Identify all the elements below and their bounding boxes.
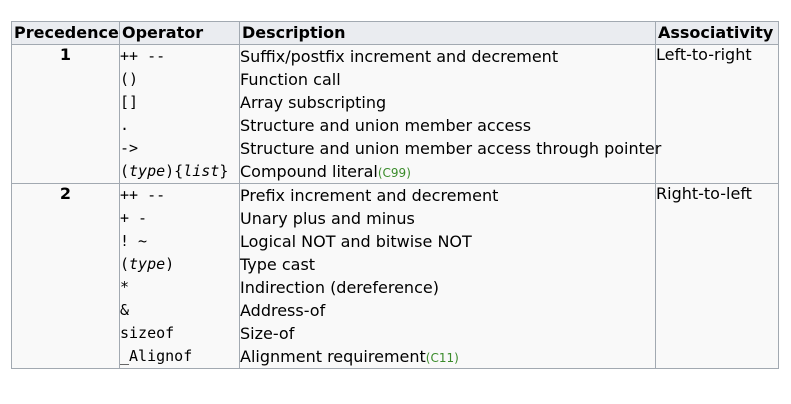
operator-description: Structure and union member access throug…: [240, 137, 661, 160]
operator-symbol: sizeof: [120, 322, 239, 345]
operator-symbol: *: [120, 276, 239, 299]
description-text: Type cast: [240, 255, 316, 274]
table-body: 1 ++ --()[]. -> (type){list} Suffix/postfi…: [11, 44, 779, 369]
operator-token: _Alignof: [120, 347, 193, 365]
operator-symbol: (): [120, 68, 239, 91]
associativity-value: Left-to-right: [655, 44, 779, 184]
precedence-level: 1: [11, 44, 120, 184]
operator-token: (): [120, 70, 139, 88]
operator-token: .: [120, 116, 130, 134]
operator-description: Prefix increment and decrement: [240, 184, 655, 207]
header-associativity: Associativity: [655, 21, 779, 45]
precedence-group-1: 1 ++ -- () []. -> (type){list} Suffix/postfi…: [11, 44, 779, 184]
description-text: Alignment requirement: [240, 347, 426, 366]
operator-description: Suffix/postfix increment and decrement: [240, 45, 655, 68]
operator-token: ->: [120, 139, 139, 157]
operator-description: Structure and union member access: [240, 114, 655, 137]
operator-placeholder: type: [129, 255, 166, 273]
description-text: Unary plus and minus: [240, 209, 415, 228]
operator-token: &: [120, 301, 130, 319]
description-text: Suffix/postfix increment and decrement: [240, 47, 559, 66]
description-text: Structure and union member access: [240, 116, 532, 135]
operator-description: Function call: [240, 68, 655, 91]
operator-symbol: ! ~: [120, 230, 239, 253]
header-row: Precedence Operator Description Associat…: [11, 21, 779, 45]
operator-symbol: []: [120, 91, 239, 114]
operator-list: ++ -- + - ! ~ (type) * & sizeof _Alignof: [119, 183, 240, 369]
standard-version-tag: (C11): [425, 351, 459, 365]
header-operator: Operator: [119, 21, 240, 45]
operator-token: + -: [120, 209, 148, 227]
operator-description: Compound literal(C99): [240, 160, 655, 183]
description-text: Prefix increment and decrement: [240, 186, 499, 205]
operator-description: Indirection (dereference): [240, 276, 655, 299]
operator-description: Logical NOT and bitwise NOT: [240, 230, 655, 253]
operator-description: Array subscripting: [240, 91, 655, 114]
operator-token: }: [219, 162, 229, 180]
precedence-group-2: 2 ++ -- + - ! ~ (type) * & sizeof _Alignof Pref…: [11, 183, 779, 369]
description-text: Size-of: [240, 324, 295, 343]
table-header: Precedence Operator Description Associat…: [11, 21, 779, 45]
description-text: Function call: [240, 70, 341, 89]
standard-version-tag: (C99): [377, 166, 411, 180]
operator-description: Alignment requirement(C11): [240, 345, 655, 368]
description-text: Structure and union member access throug…: [240, 139, 662, 158]
operator-symbol: ->: [120, 137, 239, 160]
operator-symbol: (type): [120, 253, 239, 276]
operator-precedence-table: Precedence Operator Description Associat…: [11, 21, 779, 369]
operator-token: ++ --: [120, 47, 166, 65]
operator-token: *: [120, 278, 130, 296]
operator-list: ++ -- () []. -> (type){list}: [119, 44, 240, 184]
description-text: Address-of: [240, 301, 326, 320]
operator-symbol: _Alignof: [120, 345, 239, 368]
header-description: Description: [239, 21, 656, 45]
operator-placeholder: type: [129, 162, 166, 180]
operator-description: Size-of: [240, 322, 655, 345]
description-text: Compound literal: [240, 162, 378, 181]
operator-symbol: .: [120, 114, 239, 137]
operator-symbol: &: [120, 299, 239, 322]
operator-placeholder: list: [183, 162, 220, 180]
header-precedence: Precedence: [11, 21, 120, 45]
operator-token: ++ --: [120, 186, 166, 204]
description-text: Logical NOT and bitwise NOT: [240, 232, 472, 251]
operator-token: (: [120, 162, 130, 180]
operator-token: (: [120, 255, 130, 273]
operator-token: ){: [165, 162, 184, 180]
operator-description: Type cast: [240, 253, 655, 276]
operator-token: ! ~: [120, 232, 148, 250]
description-list: Suffix/postfix increment and decrement Fu…: [239, 44, 661, 184]
operator-token: ): [165, 255, 175, 273]
description-text: Indirection (dereference): [240, 278, 439, 297]
operator-description: Unary plus and minus: [240, 207, 655, 230]
operator-token: []: [120, 93, 139, 111]
operator-symbol: (type){list}: [120, 160, 239, 183]
operator-symbol: ++ --: [120, 45, 239, 68]
precedence-level: 2: [11, 183, 120, 369]
description-list: Prefix increment and decrement Unary plus…: [239, 183, 656, 369]
operator-symbol: + -: [120, 207, 239, 230]
associativity-value: Right-to-left: [655, 183, 779, 369]
description-text: Array subscripting: [240, 93, 387, 112]
operator-token: sizeof: [120, 324, 175, 342]
operator-description: Address-of: [240, 299, 655, 322]
operator-symbol: ++ --: [120, 184, 239, 207]
